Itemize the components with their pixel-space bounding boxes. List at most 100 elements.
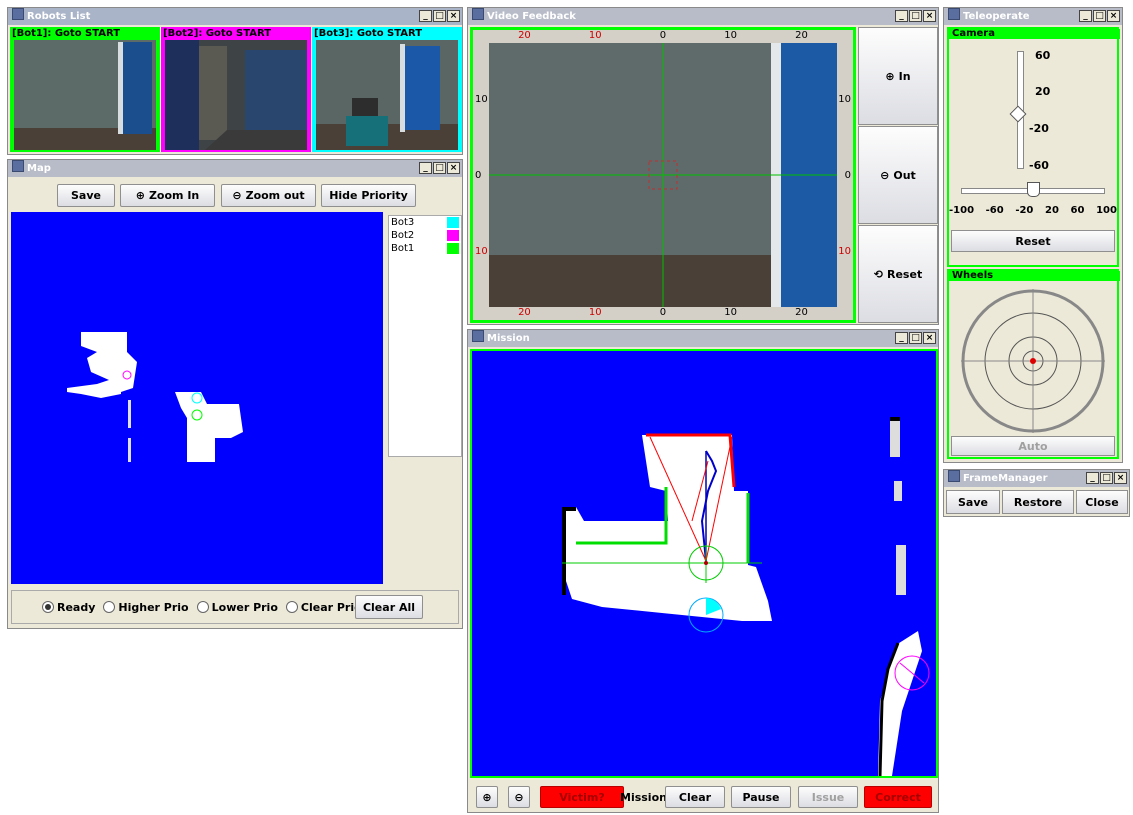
- camera-horizontal-slider-thumb[interactable]: [1027, 182, 1040, 197]
- camera-reset-button[interactable]: Reset: [951, 230, 1115, 252]
- java-icon: [948, 8, 960, 20]
- teleoperate-title: Teleoperate: [963, 11, 1030, 22]
- clear-all-button[interactable]: Clear All: [355, 595, 423, 619]
- robots-list-titlebar[interactable]: Robots List _ □ ×: [8, 8, 462, 25]
- close-icon[interactable]: ×: [923, 10, 936, 22]
- bot2-camera[interactable]: [Bot2]: Goto START: [161, 27, 311, 152]
- minimize-icon[interactable]: _: [1079, 10, 1092, 22]
- tick-label: 10: [588, 30, 602, 41]
- maximize-icon[interactable]: □: [909, 332, 922, 344]
- zoom-out-icon: ⊖: [880, 168, 890, 182]
- close-icon[interactable]: ×: [1114, 472, 1127, 484]
- legend-swatch: [447, 243, 459, 254]
- bot2-camera-feed: [165, 40, 307, 150]
- mission-map[interactable]: [472, 351, 936, 777]
- bot3-camera[interactable]: [Bot3]: Goto START: [312, 27, 462, 152]
- minimize-icon[interactable]: _: [895, 10, 908, 22]
- java-icon: [472, 330, 484, 342]
- tick-label: 20: [795, 30, 808, 41]
- zoom-out-icon: ⊖: [232, 189, 242, 202]
- map-legend: Bot3 Bot2 Bot1: [388, 215, 462, 457]
- radio-lower-prio[interactable]: Lower Prio: [196, 601, 278, 614]
- frame-close-button[interactable]: Close: [1076, 490, 1128, 514]
- mission-zoom-out-button[interactable]: ⊖: [508, 786, 530, 808]
- radio-circle: [196, 601, 209, 613]
- zoom-in-icon: ⊕: [135, 189, 145, 202]
- map-titlebar[interactable]: Map _ □ ×: [8, 160, 462, 177]
- mission-titlebar[interactable]: Mission _ □ ×: [468, 330, 938, 347]
- maximize-icon[interactable]: □: [433, 10, 446, 22]
- java-icon: [948, 470, 960, 482]
- video-titlebar[interactable]: Video Feedback _ □ ×: [468, 8, 938, 25]
- robots-list-title: Robots List: [27, 11, 91, 22]
- close-icon[interactable]: ×: [1107, 10, 1120, 22]
- radio-higher-prio[interactable]: Higher Prio: [103, 601, 189, 614]
- video-zoom-in-button[interactable]: ⊕ In: [858, 27, 938, 125]
- frame-restore-button[interactable]: Restore: [1002, 490, 1074, 514]
- tick-label: 0: [659, 30, 667, 41]
- legend-swatch: [447, 230, 459, 241]
- victim-button[interactable]: Victim?: [540, 786, 624, 808]
- frame-save-button[interactable]: Save: [946, 490, 1000, 514]
- bot3-camera-feed: [316, 40, 458, 150]
- radio-clear-prio[interactable]: Clear Prio: [285, 601, 362, 614]
- wheels-auto-button[interactable]: Auto: [951, 436, 1115, 456]
- mission-label: Mission: [620, 791, 667, 804]
- minimize-icon[interactable]: _: [419, 162, 432, 174]
- mission-clear-button[interactable]: Clear: [665, 786, 725, 808]
- tick-label: 10: [838, 94, 851, 105]
- mission-zoom-in-button[interactable]: ⊕: [476, 786, 498, 808]
- bot1-camera[interactable]: [Bot1]: Goto START: [10, 27, 160, 152]
- bottom-axis: 20 10 0 10 20: [489, 307, 837, 320]
- wheels-joystick[interactable]: [951, 283, 1115, 433]
- map-zoom-in-button[interactable]: ⊕ Zoom In: [120, 184, 215, 207]
- maximize-icon[interactable]: □: [1100, 472, 1113, 484]
- frame-manager-titlebar[interactable]: FrameManager _ □ ×: [944, 470, 1129, 487]
- video-zoom-out-button[interactable]: ⊖ Out: [858, 126, 938, 224]
- maximize-icon[interactable]: □: [909, 10, 922, 22]
- video-frame: 20 10 0 10 20 20 10 0 10 20 10 0 10 10 0 10: [470, 27, 856, 323]
- radio-circle: [285, 601, 298, 613]
- video-reset-button[interactable]: ⟲ Reset: [858, 225, 938, 323]
- tick-label: -20: [1029, 122, 1049, 135]
- tick-label: 20: [1045, 205, 1059, 216]
- java-icon: [12, 8, 24, 20]
- minimize-icon[interactable]: _: [1086, 472, 1099, 484]
- mission-window: Mission _ □ × ⊕ ⊖ Victim? Mission Clear …: [467, 329, 939, 813]
- java-icon: [472, 8, 484, 20]
- hide-priority-button[interactable]: Hide Priority: [321, 184, 416, 207]
- frame-manager-window: FrameManager _ □ × Save Restore Close: [943, 469, 1130, 517]
- legend-item-bot1: Bot1: [389, 242, 461, 255]
- legend-swatch: [447, 217, 459, 228]
- tick-label: 0: [475, 170, 482, 181]
- mission-title: Mission: [487, 333, 530, 344]
- top-axis: 20 10 0 10 20: [489, 30, 837, 43]
- mission-pause-button[interactable]: Pause: [731, 786, 791, 808]
- camera-panel: Camera 60 20 -20 -60 -100 -60 -20 20 60 100 R…: [947, 27, 1120, 267]
- zoom-in-icon: ⊕: [885, 69, 895, 83]
- reset-icon: ⟲: [873, 267, 883, 281]
- close-icon[interactable]: ×: [923, 332, 936, 344]
- map-zoom-out-button[interactable]: ⊖ Zoom out: [221, 184, 316, 207]
- radio-circle: [42, 601, 54, 613]
- tick-label: 20: [518, 30, 531, 41]
- maximize-icon[interactable]: □: [1093, 10, 1106, 22]
- tick-label: 10: [724, 307, 738, 318]
- minimize-icon[interactable]: _: [419, 10, 432, 22]
- wheels-panel: Wheels Auto: [947, 269, 1120, 459]
- map-save-button[interactable]: Save: [57, 184, 115, 207]
- teleoperate-titlebar[interactable]: Teleoperate _ □ ×: [944, 8, 1122, 25]
- minimize-icon[interactable]: _: [895, 332, 908, 344]
- mission-correct-button[interactable]: Correct: [864, 786, 932, 808]
- map-canvas[interactable]: [11, 212, 383, 584]
- radio-ready[interactable]: Ready: [42, 601, 95, 614]
- camera-label: Camera: [949, 29, 1120, 39]
- close-icon[interactable]: ×: [447, 10, 460, 22]
- tick-label: 60: [1035, 49, 1051, 62]
- tick-label: 10: [475, 94, 488, 105]
- mission-issue-button[interactable]: Issue: [798, 786, 858, 808]
- wheels-label: Wheels: [949, 271, 1120, 281]
- maximize-icon[interactable]: □: [433, 162, 446, 174]
- video-feed[interactable]: [489, 43, 837, 307]
- close-icon[interactable]: ×: [447, 162, 460, 174]
